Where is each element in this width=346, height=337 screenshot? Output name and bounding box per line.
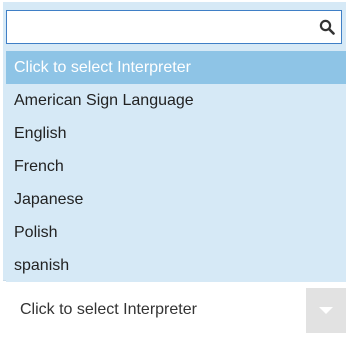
chevron-down-icon <box>319 307 333 314</box>
option-label: Polish <box>14 223 58 241</box>
option-label: spanish <box>14 256 70 274</box>
option-japanese[interactable]: Japanese <box>6 183 346 216</box>
search-icon <box>319 19 335 35</box>
option-polish[interactable]: Polish <box>6 216 346 249</box>
select-value: Click to select Interpreter <box>20 301 197 318</box>
select-arrow-button[interactable] <box>306 288 346 333</box>
option-label: Click to select Interpreter <box>14 58 191 76</box>
option-english[interactable]: English <box>6 117 346 150</box>
option-french[interactable]: French <box>6 150 346 183</box>
option-american-sign-language[interactable]: American Sign Language <box>6 84 346 117</box>
option-label: American Sign Language <box>14 91 194 109</box>
option-click-to-select[interactable]: Click to select Interpreter <box>6 51 346 84</box>
search-input[interactable] <box>7 11 323 43</box>
option-spanish[interactable]: spanish <box>6 249 346 282</box>
option-label: Japanese <box>14 190 84 208</box>
option-label: English <box>14 124 67 142</box>
option-label: French <box>14 157 64 175</box>
search-field[interactable] <box>6 10 342 44</box>
interpreter-select[interactable]: Click to select Interpreter <box>6 288 346 333</box>
